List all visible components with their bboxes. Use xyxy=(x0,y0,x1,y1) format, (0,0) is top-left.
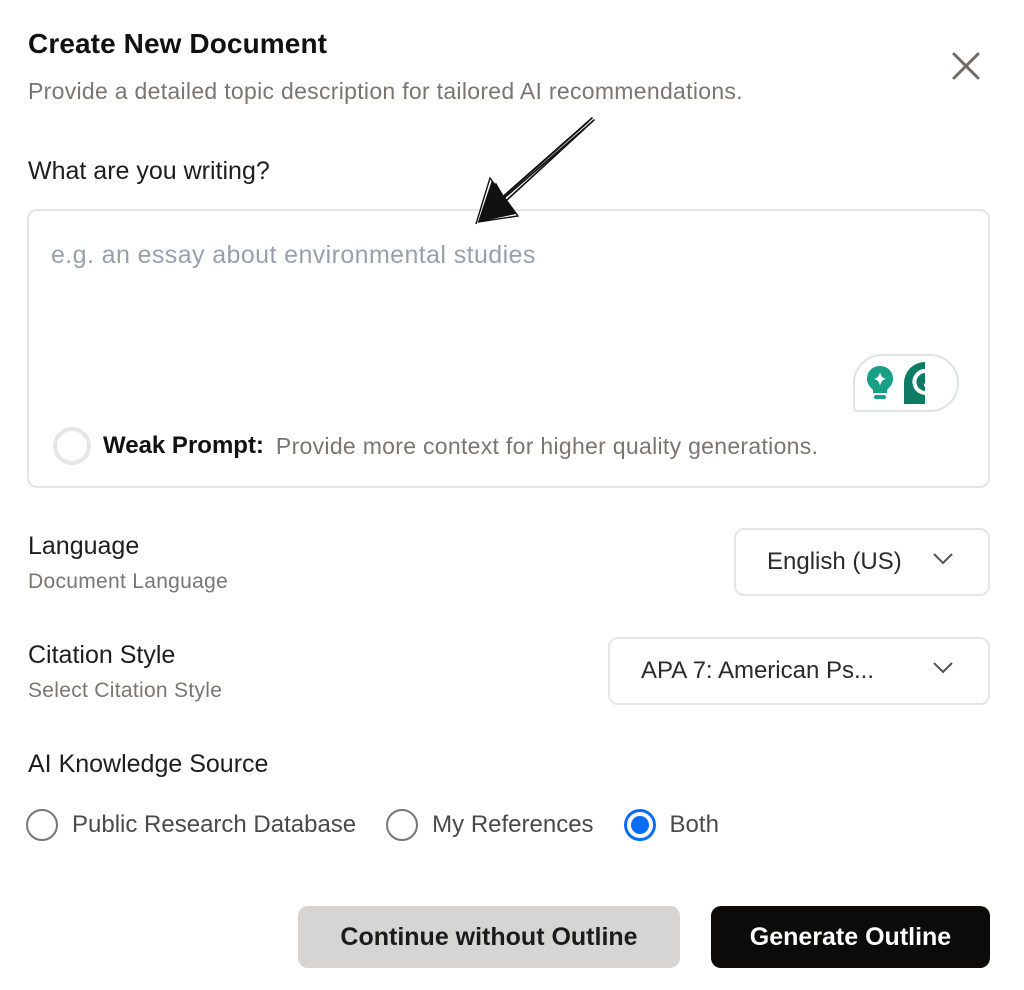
lightbulb-sparkle-icon xyxy=(867,366,893,399)
language-label: Language xyxy=(28,532,140,560)
radio-public-research-database[interactable]: Public Research Database xyxy=(26,809,356,841)
language-select[interactable]: English (US) xyxy=(734,528,990,596)
dialog-title: Create New Document xyxy=(28,28,328,59)
citation-selected-value: APA 7: American Ps... xyxy=(641,657,874,684)
knowledge-source-label: AI Knowledge Source xyxy=(28,750,269,778)
radio-button[interactable] xyxy=(26,809,58,841)
close-button[interactable] xyxy=(946,46,986,86)
language-selected-value: English (US) xyxy=(767,548,902,575)
strength-label: Weak Prompt: xyxy=(103,432,264,459)
prompt-strength-indicator: Weak Prompt: Provide more context for hi… xyxy=(53,427,818,465)
topic-box: Weak Prompt: Provide more context for hi… xyxy=(27,209,990,488)
knowledge-source-radio-group: Public Research Database My References B… xyxy=(26,809,749,841)
radio-button[interactable] xyxy=(386,809,419,841)
strength-message: Provide more context for higher quality … xyxy=(275,432,819,459)
citation-sublabel: Select Citation Style xyxy=(28,679,223,702)
chevron-down-icon xyxy=(933,662,953,674)
topic-input[interactable] xyxy=(51,241,951,361)
citation-label: Citation Style xyxy=(28,641,176,669)
topic-label: What are you writing? xyxy=(28,157,270,185)
radio-my-references[interactable]: My References xyxy=(386,809,594,841)
dialog-subtitle: Provide a detailed topic description for… xyxy=(28,78,743,104)
radio-label: Public Research Database xyxy=(72,811,357,838)
chevron-down-icon xyxy=(933,553,953,565)
continue-without-outline-button[interactable]: Continue without Outline xyxy=(298,906,680,968)
radio-label: Both xyxy=(669,811,719,838)
radio-label: My References xyxy=(432,811,594,838)
generate-outline-button[interactable]: Generate Outline xyxy=(711,906,990,968)
radio-button-selected[interactable] xyxy=(623,809,656,841)
grammarly-g-icon xyxy=(904,362,946,404)
radio-both[interactable]: Both xyxy=(623,809,719,841)
language-sublabel: Document Language xyxy=(28,570,229,593)
citation-select[interactable]: APA 7: American Ps... xyxy=(608,637,990,705)
close-icon xyxy=(952,52,980,80)
strength-ring-icon xyxy=(53,427,91,465)
grammarly-widget[interactable] xyxy=(853,354,959,412)
create-document-dialog: Create New Document Provide a detailed t… xyxy=(0,0,1024,990)
